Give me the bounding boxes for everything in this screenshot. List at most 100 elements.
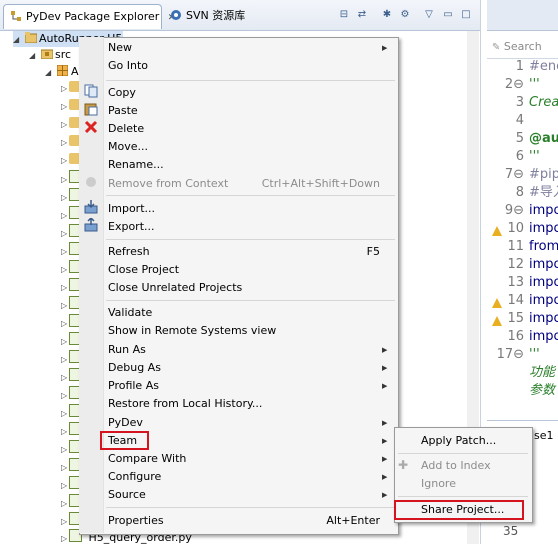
submenu-item-apply-patch[interactable]: Apply Patch...: [421, 432, 496, 450]
collapse-all-icon[interactable]: ⊟: [337, 8, 351, 22]
submenu-arrow-icon: ▶: [382, 419, 388, 427]
tree-item-folder[interactable]: ▷: [61, 80, 80, 96]
maximize-icon[interactable]: □: [459, 8, 473, 22]
code-line: ''': [529, 77, 540, 92]
package-icon: [56, 64, 68, 77]
tab-pydev-package-explorer[interactable]: PyDev Package Explorer ✕: [3, 4, 175, 29]
line-number: 3: [515, 95, 524, 110]
code-line: from: [529, 239, 558, 254]
line-number: 2⊖: [504, 77, 524, 92]
code-line: 功能: [529, 365, 556, 380]
code-line: #pip: [529, 167, 558, 182]
menu-item-configure[interactable]: Configure: [108, 468, 161, 486]
submenu-arrow-icon: ▶: [382, 437, 388, 445]
menu-item-move[interactable]: Move...: [108, 138, 148, 156]
menu-separator: [106, 239, 395, 240]
menu-item-new[interactable]: New: [108, 39, 132, 57]
tab-svn-repositories[interactable]: SVN 资源库: [164, 4, 274, 28]
explorer-tab-bar: PyDev Package Explorer ✕ SVN 资源库 ⊟ ⇄ ✱ ⚙…: [0, 0, 480, 31]
line-number: 1: [515, 59, 524, 74]
menu-item-refresh[interactable]: Refresh: [108, 243, 150, 261]
code-line: @aut: [529, 131, 558, 146]
tree-item-folder[interactable]: ▷: [61, 134, 80, 150]
search-icon: ✎: [492, 42, 501, 53]
code-line: impo: [529, 221, 558, 236]
editor-tab-bar: [487, 0, 558, 31]
console-label: se1: [534, 429, 554, 442]
menu-item-debug-as[interactable]: Debug As: [108, 359, 161, 377]
submenu-arrow-icon: ▶: [382, 455, 388, 463]
menu-item-close-project[interactable]: Close Project: [108, 261, 179, 279]
line-number: 8: [515, 185, 524, 200]
tree-item-folder[interactable]: ▷: [61, 116, 80, 132]
svn-repository-icon: [170, 6, 182, 20]
tree-item-src[interactable]: ◢ src: [29, 47, 71, 63]
menu-item-show-in-remote-systems-view[interactable]: Show in Remote Systems view: [108, 322, 276, 340]
menu-item-delete[interactable]: Delete: [108, 120, 144, 138]
tab-title: PyDev Package Explorer: [26, 10, 160, 23]
link-with-editor-icon[interactable]: ⇄: [355, 8, 369, 22]
menu-item-go-into[interactable]: Go Into: [108, 57, 148, 75]
menu-item-copy[interactable]: Copy: [108, 84, 136, 102]
menu-item-paste[interactable]: Paste: [108, 102, 138, 120]
menu-item-import[interactable]: Import...: [108, 200, 155, 218]
package-label: A: [71, 65, 79, 78]
code-line: impo: [529, 293, 558, 308]
code-line: impo: [529, 275, 558, 290]
menu-item-export[interactable]: Export...: [108, 218, 155, 236]
code-line: Crea: [529, 95, 558, 110]
menu-item-properties[interactable]: Properties: [108, 512, 164, 530]
submenu-arrow-icon: ▶: [382, 491, 388, 499]
tree-item-package[interactable]: ◢ A: [45, 64, 79, 80]
menu-separator: [106, 195, 395, 196]
line-number: 13: [507, 275, 524, 290]
menu-item-remove-from-context[interactable]: Remove from Context: [108, 175, 228, 193]
delete-icon: [84, 120, 98, 134]
code-line: #enc: [529, 59, 558, 74]
share-project-highlight-box: [394, 500, 524, 520]
search-field[interactable]: ✎ Search: [492, 38, 558, 56]
menu-item-pydev[interactable]: PyDev: [108, 414, 143, 432]
source-folder-icon: [40, 48, 53, 60]
submenu-item-ignore[interactable]: Ignore: [421, 475, 456, 493]
submenu-item-add-to-index[interactable]: Add to Index: [421, 457, 491, 475]
focus-icon[interactable]: ✱: [380, 8, 394, 22]
menu-item-source[interactable]: Source: [108, 486, 146, 504]
tree-item-folder[interactable]: ▷: [61, 152, 80, 168]
expand-arrow-icon[interactable]: ◢: [13, 32, 21, 48]
menu-shortcut: Ctrl+Alt+Shift+Down: [261, 177, 380, 190]
menu-shortcut: F5: [366, 245, 380, 258]
menu-item-restore-from-local-history[interactable]: Restore from Local History...: [108, 395, 262, 413]
code-line: ''': [529, 347, 540, 362]
warning-icon: [492, 298, 502, 308]
search-placeholder: Search: [503, 40, 542, 53]
menu-item-profile-as[interactable]: Profile As: [108, 377, 159, 395]
menu-item-compare-with[interactable]: Compare With: [108, 450, 186, 468]
expand-arrow-icon[interactable]: ◢: [29, 48, 37, 64]
tree-item-folder[interactable]: ▷: [61, 98, 80, 114]
warning-icon: [492, 316, 502, 326]
menu-item-close-unrelated-projects[interactable]: Close Unrelated Projects: [108, 279, 242, 297]
project-folder-icon: [24, 32, 37, 44]
line-number: 9⊖: [504, 203, 524, 218]
line-number: 5: [515, 131, 524, 146]
import-icon: [84, 200, 98, 214]
expand-arrow-icon[interactable]: ◢: [45, 65, 53, 81]
line-number: 11: [507, 239, 524, 254]
menu-item-run-as[interactable]: Run As: [108, 341, 146, 359]
console-line-number: 35: [503, 524, 519, 538]
package-explorer-icon: [10, 7, 22, 21]
filter-icon[interactable]: ⚙: [398, 8, 412, 22]
code-line: impo: [529, 203, 558, 218]
submenu-arrow-icon: ▶: [382, 364, 388, 372]
svn-tab-title: SVN 资源库: [186, 9, 246, 22]
code-line: ''': [529, 149, 540, 164]
menu-item-validate[interactable]: Validate: [108, 304, 152, 322]
minimize-icon[interactable]: ▭: [441, 8, 455, 22]
menu-item-rename[interactable]: Rename...: [108, 156, 164, 174]
submenu-arrow-icon: ▶: [382, 473, 388, 481]
src-label: src: [55, 48, 72, 61]
submenu-separator: [398, 496, 528, 497]
line-number: 6: [515, 149, 524, 164]
view-menu-icon[interactable]: ▽: [422, 8, 436, 22]
